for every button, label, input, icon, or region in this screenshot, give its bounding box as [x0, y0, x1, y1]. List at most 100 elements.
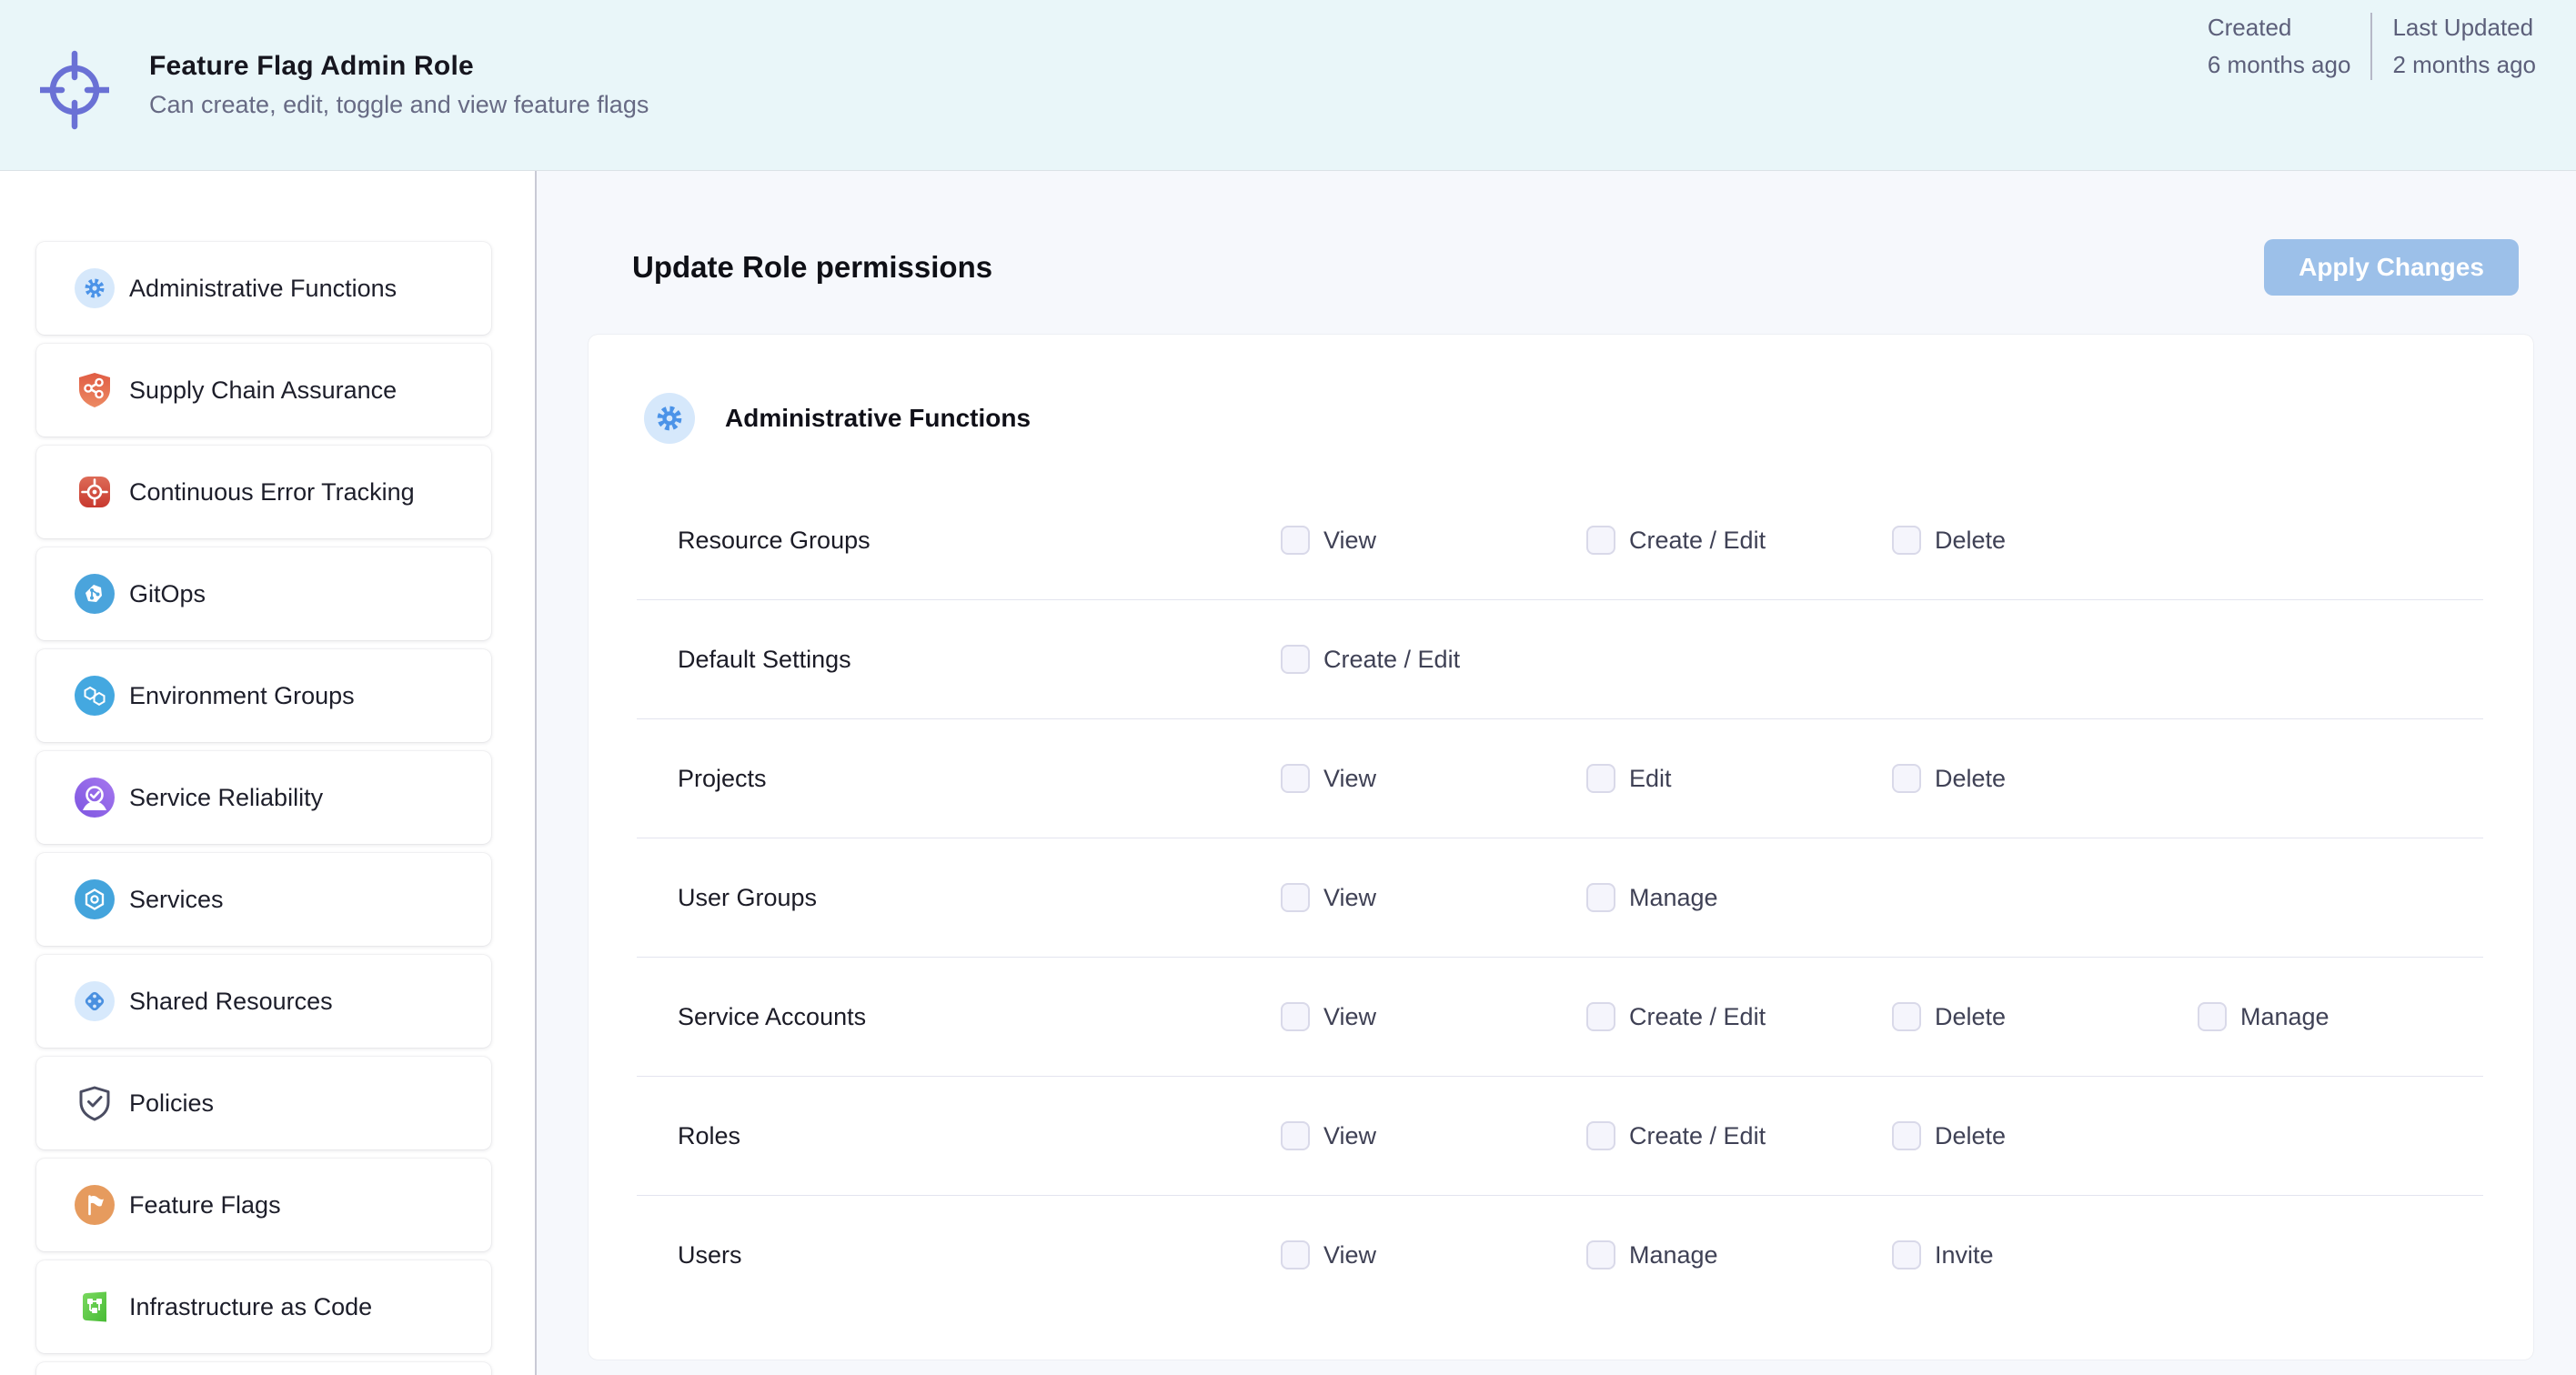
sidebar-item-label: Administrative Functions [129, 275, 397, 303]
sidebar-item-label: Infrastructure as Code [129, 1293, 372, 1321]
sidebar-item-shared-resources[interactable]: Shared Resources [36, 955, 491, 1048]
permission-label: Delete [1935, 1003, 2006, 1031]
permission-checkbox[interactable] [1892, 1121, 1921, 1150]
sidebar-item-label: Services [129, 886, 224, 914]
sidebar-item-label: Policies [129, 1089, 214, 1118]
permission-checkbox[interactable] [1281, 1121, 1310, 1150]
permission-checkbox[interactable] [1281, 883, 1310, 912]
permission-option: Delete [1892, 764, 2198, 793]
permission-label: View [1323, 1122, 1376, 1150]
permission-checkbox[interactable] [1281, 526, 1310, 555]
sidebar-item-partial[interactable] [36, 1362, 491, 1375]
permission-option: Create / Edit [1586, 1121, 1892, 1150]
permission-label: Delete [1935, 527, 2006, 555]
permission-option: Manage [1586, 1240, 1892, 1270]
permission-checkbox[interactable] [1892, 1002, 1921, 1031]
meta-divider [2370, 13, 2372, 80]
resource-label: Service Accounts [678, 1003, 1281, 1031]
permission-label: Manage [2240, 1003, 2329, 1031]
sidebar-item-services[interactable]: Services [36, 853, 491, 946]
service-reliability-icon [75, 778, 115, 818]
sidebar-item-service-reliability[interactable]: Service Reliability [36, 751, 491, 844]
sidebar-item-label: Continuous Error Tracking [129, 478, 415, 507]
permission-checkbox[interactable] [1281, 645, 1310, 674]
sidebar-item-infrastructure-as-code[interactable]: Infrastructure as Code [36, 1260, 491, 1353]
role-subtitle: Can create, edit, toggle and view featur… [149, 91, 649, 119]
permission-checkbox[interactable] [2198, 1002, 2227, 1031]
permission-option: Invite [1892, 1240, 2198, 1270]
sidebar-item-label: Shared Resources [129, 988, 333, 1016]
permission-label: Create / Edit [1629, 527, 1766, 555]
permission-checkbox[interactable] [1586, 1240, 1615, 1270]
sidebar-item-label: Feature Flags [129, 1191, 281, 1219]
services-icon [75, 879, 115, 919]
permission-option: Create / Edit [1586, 526, 1892, 555]
role-title: Feature Flag Admin Role [149, 51, 649, 82]
permission-checkbox[interactable] [1586, 764, 1615, 793]
permission-option: View [1281, 526, 1586, 555]
permission-checkbox[interactable] [1281, 764, 1310, 793]
permission-checkbox[interactable] [1892, 526, 1921, 555]
permission-checkbox[interactable] [1586, 526, 1615, 555]
sidebar-item-feature-flags[interactable]: Feature Flags [36, 1159, 491, 1251]
sidebar-item-supply-chain-assurance[interactable]: Supply Chain Assurance [36, 344, 491, 437]
gear-icon [75, 268, 115, 308]
iac-icon [75, 1287, 115, 1327]
permission-checkbox[interactable] [1586, 1002, 1615, 1031]
resource-label: Default Settings [678, 646, 1281, 674]
permission-row-service-accounts: Service Accounts View Create / Edit Delete M… [589, 958, 2533, 1076]
role-header: Feature Flag Admin Role Can create, edit… [0, 0, 2576, 171]
permission-row-user-groups: User GroupsViewManage [589, 838, 2533, 957]
sidebar-item-label: Supply Chain Assurance [129, 376, 397, 405]
permission-row-roles: Roles View Create / Edit Delete [589, 1077, 2533, 1195]
policies-shield-icon [75, 1083, 115, 1123]
permission-checkbox[interactable] [1586, 1121, 1615, 1150]
permission-group-sidebar: Administrative Functions Supply Chain As… [0, 171, 537, 1375]
permission-checkbox[interactable] [1586, 883, 1615, 912]
permission-label: Manage [1629, 884, 1718, 912]
role-meta: Created 6 months ago Last Updated 2 mont… [2208, 0, 2576, 80]
created-value: 6 months ago [2208, 50, 2351, 80]
sidebar-item-gitops[interactable]: GitOps [36, 547, 491, 640]
feature-flag-icon [75, 1185, 115, 1225]
permission-option: Edit [1586, 764, 1892, 793]
permission-option: View [1281, 1240, 1586, 1270]
permission-label: View [1323, 1241, 1376, 1270]
last-updated-info: Last Updated 2 months ago [2392, 13, 2536, 79]
created-info: Created 6 months ago [2208, 13, 2351, 79]
sidebar-item-policies[interactable]: Policies [36, 1057, 491, 1149]
permission-label: View [1323, 765, 1376, 793]
section-title: Administrative Functions [725, 404, 1031, 433]
permission-option: View [1281, 1002, 1586, 1031]
permission-label: Delete [1935, 765, 2006, 793]
gear-icon [644, 393, 695, 444]
permission-option: Create / Edit [1586, 1002, 1892, 1031]
permission-checkbox[interactable] [1281, 1240, 1310, 1270]
permissions-rows: Resource GroupsViewCreate / EditDeleteDe… [589, 481, 2533, 1314]
permission-label: Manage [1629, 1241, 1718, 1270]
permission-option: Delete [1892, 1002, 2198, 1031]
sidebar-item-environment-groups[interactable]: Environment Groups [36, 649, 491, 742]
apply-changes-button[interactable]: Apply Changes [2264, 239, 2519, 296]
crosshair-target-icon [40, 37, 109, 134]
gitops-icon [75, 574, 115, 614]
resource-label: Users [678, 1241, 1281, 1270]
sidebar-item-continuous-error-tracking[interactable]: Continuous Error Tracking [36, 446, 491, 538]
permission-checkbox[interactable] [1892, 1240, 1921, 1270]
sidebar-item-administrative-functions[interactable]: Administrative Functions [36, 242, 491, 335]
last-updated-label: Last Updated [2392, 13, 2536, 43]
permission-row-default-settings: Default SettingsCreate / Edit [589, 600, 2533, 718]
resource-label: Resource Groups [678, 527, 1281, 555]
permission-label: View [1323, 1003, 1376, 1031]
supply-chain-shield-icon [75, 370, 115, 410]
permissions-card: Administrative Functions Resource Groups… [589, 335, 2533, 1360]
created-label: Created [2208, 13, 2351, 43]
resource-label: Roles [678, 1122, 1281, 1150]
resource-label: Projects [678, 765, 1281, 793]
environment-groups-icon [75, 676, 115, 716]
permission-checkbox[interactable] [1892, 764, 1921, 793]
permission-row-users: Users View Manage Invite [589, 1196, 2533, 1314]
permission-checkbox[interactable] [1281, 1002, 1310, 1031]
permission-label: Delete [1935, 1122, 2006, 1150]
permission-option: Delete [1892, 526, 2198, 555]
